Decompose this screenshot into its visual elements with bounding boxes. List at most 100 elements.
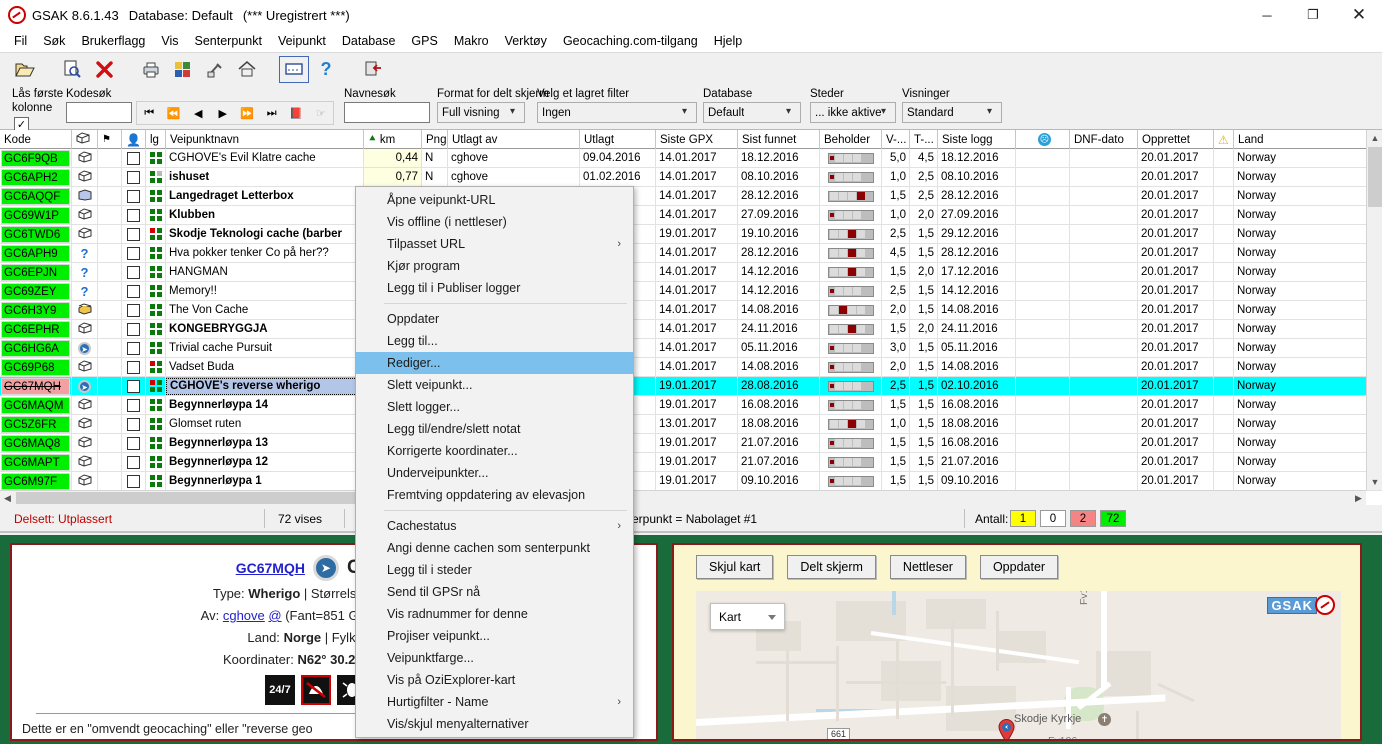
gc-code-chip[interactable]: GC6M97F (1, 472, 70, 490)
scroll-up-arrow-icon[interactable]: ▲ (1367, 130, 1382, 146)
grid-header-utlagt_av[interactable]: Utlagt av (448, 130, 580, 149)
waypoint-grid[interactable]: Kode ⚑ 👤 lg Veipunktnavn ⯅ km Png Utlagt av Utlag… (0, 130, 1382, 505)
context-menu-item[interactable]: Fremtving oppdatering av elevasjon (356, 484, 633, 506)
gc-code-chip[interactable]: GC69ZEY (1, 282, 70, 300)
found-checkbox[interactable] (127, 208, 140, 222)
gc-code-chip[interactable]: GC69W1P (1, 206, 70, 224)
grid-header-sist_funnet[interactable]: Sist funnet (738, 130, 820, 149)
found-checkbox[interactable] (127, 303, 140, 317)
cache-type-icon[interactable]: ? (81, 246, 89, 261)
page-forward-button[interactable]: ⏩ (235, 107, 259, 120)
waypoint-name[interactable]: Skodje Teknologi cache (barber (169, 228, 342, 240)
code-search-input[interactable] (66, 102, 132, 123)
table-row[interactable]: GC5Z6FR Glomset ruten 13.01.2017 18.08.2016… (0, 415, 1382, 434)
waypoint-name[interactable]: Langedraget Letterbox (169, 190, 294, 202)
waypoint-name[interactable]: Trivial cache Pursuit (169, 342, 272, 354)
cache-type-icon[interactable]: ? (81, 284, 89, 299)
gc-code-chip[interactable]: GC6MAQM (1, 396, 70, 414)
table-row[interactable]: GC6EPHR KONGEBRYGGJA 14.01.2017 24.11.2016 1… (0, 320, 1382, 339)
table-row[interactable]: GC6MAQ8 Begynnerløypa 13 19.01.2017 21.07.2… (0, 434, 1382, 453)
grid-colors-icon[interactable] (168, 56, 198, 83)
cache-type-icon[interactable]: ➤ (78, 379, 91, 393)
split-format-select[interactable]: Full visning ▾ (437, 102, 525, 123)
pointer-icon[interactable]: ☞ (309, 107, 333, 120)
context-menu-item[interactable]: Slett logger... (356, 396, 633, 418)
menu-verktoy[interactable]: Verktøy (497, 32, 555, 50)
found-checkbox[interactable] (127, 151, 140, 165)
scroll-down-arrow-icon[interactable]: ▼ (1367, 474, 1382, 490)
table-row[interactable]: GC6H3Y9 The Von Cache 14.01.2017 14.08.2016… (0, 301, 1382, 320)
found-checkbox[interactable] (127, 189, 140, 203)
context-menu-item[interactable]: Hurtigfilter - Name › (356, 691, 633, 713)
cache-type-icon[interactable] (78, 169, 92, 185)
cache-type-icon[interactable] (78, 321, 92, 337)
waypoint-name[interactable]: Begynnerløypa 14 (169, 399, 268, 411)
open-folder-icon[interactable] (10, 56, 40, 83)
refresh-map-button[interactable]: Oppdater (979, 555, 1059, 579)
delete-icon[interactable] (89, 56, 119, 83)
last-record-button[interactable]: ⏭ (260, 107, 284, 120)
menu-gps[interactable]: GPS (403, 32, 445, 50)
maximize-button[interactable]: ❐ (1290, 0, 1336, 30)
help-icon[interactable]: ? (311, 56, 341, 83)
grid-header-siste_gpx[interactable]: Siste GPX (656, 130, 738, 149)
context-menu-item[interactable]: Kjør program (356, 255, 633, 277)
found-checkbox[interactable] (127, 284, 140, 298)
views-select[interactable]: Standard ▾ (902, 102, 1002, 123)
menu-sok[interactable]: Søk (35, 32, 73, 50)
split-screen-icon[interactable] (279, 55, 309, 83)
split-screen-button[interactable]: Delt skjerm (787, 555, 876, 579)
menu-brukerflagg[interactable]: Brukerflagg (73, 32, 153, 50)
table-row[interactable]: GC6HG6A ➤ Trivial cache Pursuit 14.01.2017 0… (0, 339, 1382, 358)
grid-header-t[interactable]: T-... (910, 130, 938, 149)
grid-header-type[interactable] (72, 130, 98, 149)
gc-code-chip[interactable]: GC67MQH (1, 377, 70, 395)
found-checkbox[interactable] (127, 474, 140, 488)
grid-header-flag[interactable]: ⚑ (98, 130, 122, 149)
gc-code-chip[interactable]: GC6H3Y9 (1, 301, 70, 319)
cache-type-icon[interactable] (78, 397, 92, 413)
table-row[interactable]: GC67MQH ➤ CGHOVE's reverse wherigo 19.01.20… (0, 377, 1382, 396)
context-menu-item[interactable]: Send til GPSr nå (356, 581, 633, 603)
menu-veipunkt[interactable]: Veipunkt (270, 32, 334, 50)
context-menu-item[interactable]: Vis radnummer for denne (356, 603, 633, 625)
table-row[interactable]: GC6APH2 ishuset 0,77 Ncghove 01.02.2016 14.01… (0, 168, 1382, 187)
grid-header-land[interactable]: Land (1234, 130, 1374, 149)
bookmark-icon[interactable]: 📕 (284, 107, 308, 120)
map-canvas[interactable]: 661 661 Skodje Kyrkje Fv106 Fv106 ✝ GSAK… (696, 591, 1341, 739)
cache-type-icon[interactable] (78, 359, 92, 375)
found-checkbox[interactable] (127, 341, 140, 355)
cache-type-icon[interactable] (78, 207, 92, 223)
waypoint-context-menu[interactable]: Åpne veipunkt-URL Vis offline (i nettlese… (355, 186, 634, 738)
map-pane[interactable]: Skjul kart Delt skjerm Nettleser Oppdate… (672, 543, 1362, 741)
menu-makro[interactable]: Makro (446, 32, 497, 50)
context-menu-item[interactable]: Vis offline (i nettleser) (356, 211, 633, 233)
table-row[interactable]: GC6M97F Begynnerløypa 1 19.01.2017 09.10.20… (0, 472, 1382, 491)
waypoint-name[interactable]: Begynnerløypa 1 (169, 475, 262, 487)
found-checkbox[interactable] (127, 227, 140, 241)
table-row[interactable]: GC6MAQM Begynnerløypa 14 19.01.2017 16.08.2… (0, 396, 1382, 415)
grid-vscroll-thumb[interactable] (1368, 147, 1382, 207)
saved-filter-select[interactable]: Ingen ▾ (537, 102, 697, 123)
gc-code-chip[interactable]: GC6MAPT (1, 453, 70, 471)
grid-vertical-scrollbar[interactable]: ▲ ▼ (1366, 130, 1382, 490)
table-row[interactable]: GC6TWD6 Skodje Teknologi cache (barber 19.… (0, 225, 1382, 244)
context-menu-item[interactable]: Legg til i Publiser logger (356, 277, 633, 299)
scroll-right-arrow-icon[interactable]: ▶ (1351, 491, 1366, 505)
next-record-button[interactable]: ▶ (211, 107, 235, 120)
waypoint-name[interactable]: Glomset ruten (169, 418, 241, 430)
cache-type-icon[interactable] (78, 416, 92, 432)
grid-header-dnf[interactable]: DNF-dato (1070, 130, 1138, 149)
waypoint-name[interactable]: HANGMAN (169, 266, 228, 278)
cache-type-icon[interactable]: ➤ (78, 341, 91, 355)
context-menu-item[interactable]: Legg til i steder (356, 559, 633, 581)
found-checkbox[interactable] (127, 417, 140, 431)
waypoint-name[interactable]: Memory!! (169, 285, 217, 297)
gc-code-chip[interactable]: GC6MAQ8 (1, 434, 70, 452)
hide-map-button[interactable]: Skjul kart (696, 555, 774, 579)
waypoint-name[interactable]: Klubben (169, 209, 215, 221)
found-checkbox[interactable] (127, 265, 140, 279)
waypoint-name[interactable]: Hva pokker tenker Co på her?? (169, 247, 329, 259)
menu-fil[interactable]: Fil (6, 32, 35, 50)
gc-code-chip[interactable]: GC6APH9 (1, 244, 70, 262)
